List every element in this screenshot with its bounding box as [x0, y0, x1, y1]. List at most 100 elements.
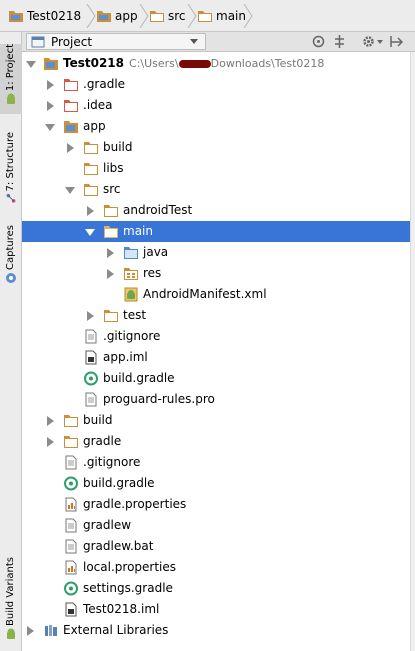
tree-item-app-gitignore[interactable]: .gitignore [22, 326, 410, 347]
target-icon[interactable] [312, 35, 325, 48]
expand-arrow[interactable] [47, 416, 54, 426]
tree-label: .idea [83, 98, 113, 112]
tab-build-variants-label: Build Variants [5, 557, 16, 626]
tree-item-gradlew[interactable]: gradlew [22, 515, 410, 536]
expand-arrow[interactable] [47, 80, 54, 90]
tree-item-java[interactable]: java [22, 242, 410, 263]
expand-arrow[interactable] [26, 61, 36, 68]
breadcrumb-label: Test0218 [27, 9, 82, 23]
chevron-down-icon[interactable] [190, 39, 198, 45]
tab-project-label: 1: Project [5, 44, 16, 92]
expand-arrow[interactable] [47, 101, 54, 111]
breadcrumb-item-main[interactable]: main [197, 7, 246, 25]
properties-file-icon [65, 560, 77, 575]
breadcrumb-item-src[interactable]: src [149, 7, 186, 25]
path-suffix: Downloads\Test0218 [210, 57, 325, 70]
folder-icon [104, 205, 118, 217]
tree-item-app-src[interactable]: src [22, 179, 410, 200]
expand-arrow[interactable] [65, 187, 75, 194]
tree-label: AndroidManifest.xml [143, 287, 267, 301]
expand-arrow[interactable] [47, 437, 54, 447]
manifest-file-icon [124, 287, 138, 302]
tree-item-app-libs[interactable]: libs [22, 158, 410, 179]
tree-item-app[interactable]: app [22, 116, 410, 137]
tree-label: src [103, 182, 121, 196]
expand-arrow[interactable] [87, 311, 94, 321]
view-selector[interactable]: Project [26, 33, 206, 50]
tree-label: Test0218.iml [83, 602, 160, 616]
properties-file-icon [65, 497, 77, 512]
text-file-icon [65, 455, 77, 470]
expand-arrow[interactable] [27, 626, 34, 636]
folder-icon [64, 436, 78, 448]
tree-label: .gradle [83, 77, 126, 91]
gear-icon[interactable] [362, 35, 375, 48]
tree-label: gradle.properties [83, 497, 187, 511]
tree-item-local-properties[interactable]: local.properties [22, 557, 410, 578]
library-icon [45, 625, 57, 636]
expand-arrow[interactable] [87, 206, 94, 216]
tree-label: java [143, 245, 169, 259]
gradle-file-icon [64, 581, 78, 596]
tree-item-root-gitignore[interactable]: .gitignore [22, 452, 410, 473]
module-folder-icon [44, 58, 58, 70]
chevron-down-icon[interactable] [377, 40, 383, 44]
tree-label: res [143, 266, 162, 280]
camera-icon [6, 272, 16, 283]
tree-item-test[interactable]: test [22, 305, 410, 326]
folder-icon [150, 11, 164, 22]
tree-label: gradlew [83, 518, 132, 532]
tab-structure[interactable]: 7: Structure [0, 132, 22, 204]
tree-item-idea-dir[interactable]: .idea [22, 95, 410, 116]
text-file-icon [65, 518, 77, 533]
path-prefix: C:\Users\ [129, 57, 179, 70]
tree-item-main[interactable]: main [22, 221, 410, 242]
breadcrumb-item-project[interactable]: Test0218 [8, 7, 81, 25]
tree-label: gradlew.bat [83, 539, 154, 553]
tree-item-gradle-properties[interactable]: gradle.properties [22, 494, 410, 515]
tree-item-manifest[interactable]: AndroidManifest.xml [22, 284, 410, 305]
tree-item-app-build[interactable]: build [22, 137, 410, 158]
tree-item-gradle-dir[interactable]: .gradle [22, 74, 410, 95]
text-file-icon [85, 392, 97, 407]
root-path: C:\Users\ Downloads\Test0218 [129, 57, 324, 70]
expand-arrow[interactable] [107, 248, 114, 258]
expand-arrow[interactable] [107, 269, 114, 279]
tab-project[interactable]: 1: Project [0, 44, 22, 114]
tree-item-gradlew-bat[interactable]: gradlew.bat [22, 536, 410, 557]
collapse-all-icon[interactable] [333, 35, 346, 48]
tab-captures[interactable]: Captures [0, 225, 22, 285]
tree-item-root-build-gradle[interactable]: build.gradle [22, 473, 410, 494]
breadcrumb-separator [243, 4, 253, 28]
tree-label: local.properties [83, 560, 177, 574]
android-icon [7, 93, 15, 105]
tree-item-root[interactable]: Test0218 C:\Users\ Downloads\Test0218 [22, 53, 410, 74]
tree-item-proguard[interactable]: proguard-rules.pro [22, 389, 410, 410]
tree-item-settings-gradle[interactable]: settings.gradle [22, 578, 410, 599]
expand-arrow[interactable] [45, 124, 55, 131]
tree-label: .gitignore [103, 329, 161, 343]
tree-label: proguard-rules.pro [103, 392, 215, 406]
breadcrumb-item-app[interactable]: app [96, 7, 138, 25]
gradle-file-icon [84, 371, 98, 386]
hide-icon[interactable] [390, 35, 403, 48]
tree-item-res[interactable]: res [22, 263, 410, 284]
tree-item-android-test[interactable]: androidTest [22, 200, 410, 221]
vertical-scrollbar[interactable] [410, 52, 415, 651]
tree-item-app-iml[interactable]: app.iml [22, 347, 410, 368]
tree-item-project-iml[interactable]: Test0218.iml [22, 599, 410, 620]
tree-label: test [123, 308, 147, 322]
tree-item-root-build[interactable]: build [22, 410, 410, 431]
tree-label: .gitignore [83, 455, 141, 469]
tree-item-app-build-gradle[interactable]: build.gradle [22, 368, 410, 389]
excluded-folder-icon [64, 79, 78, 91]
tree-item-root-gradle[interactable]: gradle [22, 431, 410, 452]
tree-item-external-libraries[interactable]: External Libraries [22, 620, 410, 641]
expand-arrow[interactable] [85, 229, 95, 236]
breadcrumb-label: app [115, 9, 138, 23]
tab-build-variants[interactable]: Build Variants [0, 557, 22, 643]
expand-arrow[interactable] [67, 143, 74, 153]
tree-label: build [83, 413, 113, 427]
iml-file-icon [85, 350, 97, 365]
module-folder-icon [9, 11, 23, 22]
